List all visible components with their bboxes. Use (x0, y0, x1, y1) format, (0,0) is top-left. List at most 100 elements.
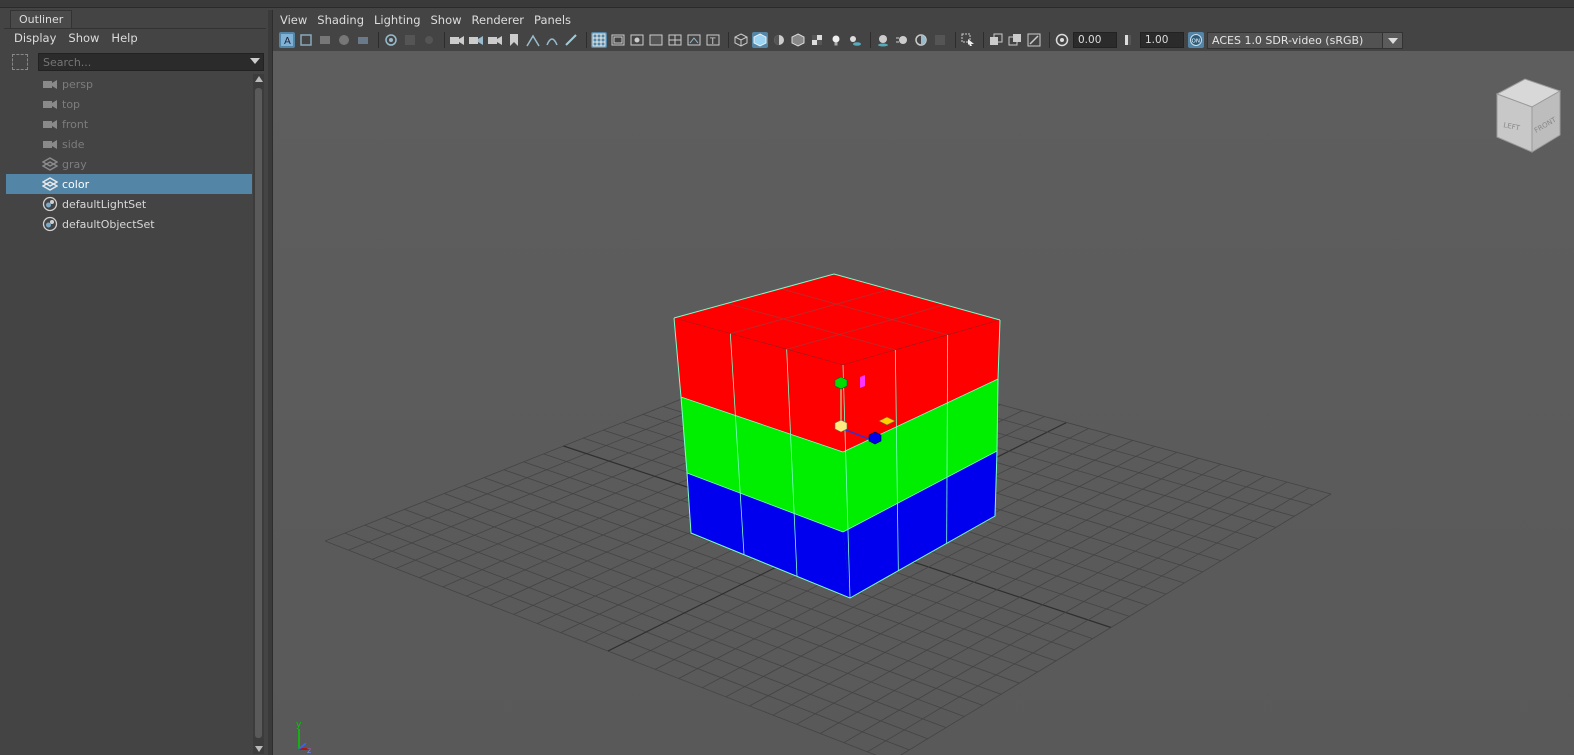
camera-lock-icon[interactable] (468, 32, 484, 48)
filter-icon[interactable] (12, 54, 28, 70)
dropdown-chevron-down-icon[interactable] (1382, 32, 1402, 48)
search-wrapper (38, 53, 264, 71)
scroll-down-arrow-icon[interactable] (255, 746, 263, 752)
outliner-item-defaultobjectset[interactable]: defaultObjectSet (6, 214, 252, 234)
color-space-dropdown[interactable]: ACES 1.0 SDR-video (sRGB) (1207, 31, 1403, 49)
snap-to-grid-icon[interactable] (525, 32, 541, 48)
grease-pencil-off-icon[interactable] (402, 32, 418, 48)
outliner-item-gray[interactable]: gray (6, 154, 252, 174)
wireframe-on-shaded-icon[interactable] (790, 32, 806, 48)
xray-joints-icon[interactable] (1026, 32, 1042, 48)
toolbar-separator (955, 32, 956, 48)
gamma-icon[interactable] (1121, 32, 1137, 48)
shadows-icon[interactable] (847, 32, 863, 48)
paint-brush-icon[interactable] (563, 32, 579, 48)
outliner-item-color[interactable]: color (6, 174, 252, 194)
toolbar-separator (444, 32, 445, 48)
camera-icon (42, 77, 58, 91)
bookmarks-icon[interactable] (317, 32, 333, 48)
outliner-item-persp[interactable]: persp (6, 74, 252, 94)
search-options-chevron-icon[interactable] (250, 58, 260, 64)
camera-tool-icon[interactable] (449, 32, 465, 48)
camera-icon (42, 137, 58, 151)
svg-text:ON: ON (1192, 39, 1200, 45)
toolbar-separator (586, 32, 587, 48)
textured-icon[interactable] (809, 32, 825, 48)
viewport-menu-panels[interactable]: Panels (531, 10, 578, 30)
xray-icon[interactable] (988, 32, 1004, 48)
svg-text:A: A (284, 36, 291, 47)
depth-of-field-icon[interactable] (932, 32, 948, 48)
film-gate-icon[interactable] (610, 32, 626, 48)
outliner-item-label: defaultLightSet (62, 197, 147, 211)
wireframe-icon[interactable] (733, 32, 749, 48)
outliner-tab[interactable]: Outliner (10, 10, 73, 28)
outliner-scrollbar[interactable] (253, 74, 264, 754)
2d-pan-zoom-icon[interactable] (383, 32, 399, 48)
viewport-panel: View Shading Lighting Show Renderer Pane… (272, 10, 1574, 755)
viewport-menu-lighting[interactable]: Lighting (371, 10, 427, 30)
toolbar-separator (1049, 32, 1050, 48)
default-material-icon[interactable] (771, 32, 787, 48)
field-chart-icon[interactable] (667, 32, 683, 48)
gamma-field[interactable]: 1.00 (1140, 32, 1184, 48)
viewport-menu-shading[interactable]: Shading (314, 10, 371, 30)
screen-space-ao-icon[interactable] (875, 32, 891, 48)
outliner-menu-display[interactable]: Display (10, 29, 64, 48)
snap-to-curve-icon[interactable] (544, 32, 560, 48)
object-set-icon (42, 196, 58, 212)
outliner-item-front[interactable]: front (6, 114, 252, 134)
exposure-field[interactable]: 0.00 (1073, 32, 1117, 48)
bookmark-icon[interactable] (506, 32, 522, 48)
maya-window: Outliner Display Show Help persp (0, 0, 1574, 755)
outliner-item-label: persp (62, 77, 93, 91)
outliner-item-defaultlightset[interactable]: defaultLightSet (6, 194, 252, 214)
scrollbar-thumb[interactable] (255, 88, 262, 738)
object-set-icon (42, 216, 58, 232)
select-camera-icon[interactable]: A (279, 32, 295, 48)
outliner-item-label: front (62, 117, 89, 131)
color-management-icon[interactable]: ON (1188, 32, 1204, 48)
camera-icon (42, 97, 58, 111)
camera-icon (42, 117, 58, 131)
outliner-menubar: Display Show Help (4, 28, 266, 48)
outliner-item-top[interactable]: top (6, 94, 252, 114)
toolbar-separator (983, 32, 984, 48)
outliner-menu-help[interactable]: Help (107, 29, 145, 48)
color-space-value: ACES 1.0 SDR-video (sRGB) (1212, 33, 1364, 47)
grid-icon[interactable] (591, 32, 607, 48)
viewport-menu-view[interactable]: View (277, 10, 314, 30)
gate-mask-icon[interactable] (648, 32, 664, 48)
outliner-item-label: top (62, 97, 81, 111)
isolate-select-icon[interactable] (960, 32, 976, 48)
outliner-item-label: defaultObjectSet (62, 217, 155, 231)
motion-blur-icon[interactable] (894, 32, 910, 48)
outliner-menu-show[interactable]: Show (64, 29, 107, 48)
use-all-lights-icon[interactable] (828, 32, 844, 48)
axis-y-label: y (296, 720, 302, 730)
smooth-shade-icon[interactable] (752, 32, 768, 48)
camera-tumble-icon[interactable] (487, 32, 503, 48)
safe-title-icon[interactable]: T (705, 32, 721, 48)
safe-action-icon[interactable] (686, 32, 702, 48)
view-cube[interactable]: LEFT FRONT (1495, 78, 1562, 153)
anti-aliasing-icon[interactable] (913, 32, 929, 48)
pencil-disabled-icon[interactable] (421, 32, 437, 48)
outliner-search-input[interactable] (38, 53, 264, 71)
3d-viewport[interactable]: LEFT FRONT y z (273, 51, 1574, 755)
grease-pencil-icon[interactable] (355, 32, 371, 48)
outliner-item-label: color (62, 177, 90, 191)
viewport-toolbar: A T 0.00 1.00 ON ACES 1.0 SDR-video (sRG… (273, 30, 1574, 50)
camera-attributes-icon[interactable] (298, 32, 314, 48)
scroll-up-arrow-icon[interactable] (255, 76, 263, 82)
svg-text:T: T (709, 37, 716, 47)
exposure-icon[interactable] (1054, 32, 1070, 48)
viewport-menu-show[interactable]: Show (428, 10, 469, 30)
material-set-icon (42, 177, 58, 191)
outliner-search-row (8, 52, 264, 72)
image-plane-icon[interactable] (336, 32, 352, 48)
resolution-gate-icon[interactable] (629, 32, 645, 48)
outliner-item-side[interactable]: side (6, 134, 252, 154)
xray-active-components-icon[interactable] (1007, 32, 1023, 48)
viewport-menu-renderer[interactable]: Renderer (469, 10, 532, 30)
